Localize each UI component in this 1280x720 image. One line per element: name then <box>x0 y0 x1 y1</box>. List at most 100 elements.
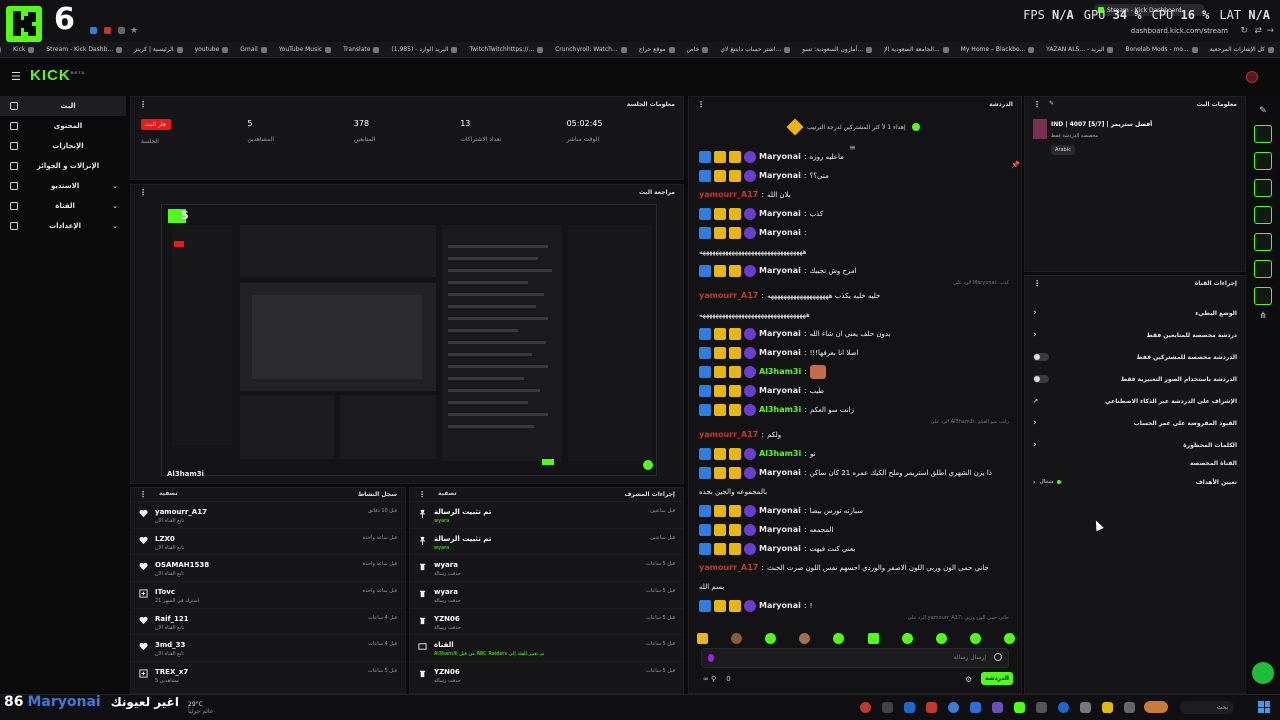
share-icon[interactable]: ⇄ <box>1254 26 1262 36</box>
taskbar-app-icon[interactable] <box>1124 702 1135 713</box>
chevron-right-icon[interactable]: › <box>1033 330 1037 340</box>
feed-row[interactable]: Raif_121 تابع القناة الآن قبل 4 ساعات <box>131 609 405 636</box>
taskbar-weather-icon[interactable] <box>1144 701 1168 713</box>
kick-logo[interactable]: KICKBETA <box>30 67 85 84</box>
feed-row[interactable]: ITovc 21 اشترك في الشهر قبل ساعة واحدة <box>131 582 405 609</box>
bookmark-item[interactable]: YAZAN ALS... - البريد <box>1046 46 1114 53</box>
bookmark-item[interactable]: Crunchyroll: Watch... <box>555 46 627 53</box>
rail-lightning-icon[interactable] <box>1254 152 1272 170</box>
address-bar[interactable]: dashboard.kick.com/stream <box>1131 27 1228 35</box>
chat-username[interactable]: Maryonai <box>759 266 801 275</box>
taskbar-app-icon[interactable] <box>1080 702 1091 713</box>
chat-message[interactable]: Maryonai: امزح وش تجيبك <box>691 261 1017 280</box>
panel-menu-icon[interactable]: ⋮ <box>418 490 426 499</box>
channel-action-row[interactable]: › القيود المفروضة على عمر الحساب <box>1025 412 1245 434</box>
feed-name[interactable]: wyara <box>434 561 458 569</box>
emoji-icon[interactable] <box>994 653 1002 661</box>
sidebar-item[interactable]: الإنزالات و الجوائز <box>0 156 126 176</box>
help-chat-button[interactable] <box>1252 662 1274 684</box>
edit-pencil-icon[interactable]: ✎ <box>1049 100 1054 109</box>
feed-name[interactable]: YZN06 <box>434 668 460 676</box>
chat-username[interactable]: Maryonai <box>759 329 801 338</box>
chat-username[interactable]: yamourr_A17 <box>699 430 758 439</box>
chat-message[interactable]: ههههههههههههههههههههههههههههههههه <box>691 242 1017 261</box>
chat-username[interactable]: Maryonai <box>759 171 801 180</box>
bookmark-item[interactable]: Kick <box>13 46 35 53</box>
rail-stats-icon[interactable] <box>1254 125 1272 143</box>
chat-message[interactable]: yamourr_A17: بلان الله <box>691 185 1017 204</box>
chat-username[interactable]: Maryonai <box>759 468 801 477</box>
chat-username[interactable]: Al3ham3i <box>759 367 801 376</box>
channel-action-row[interactable]: › الكلمات المحظورة <box>1025 434 1245 456</box>
tab-icons[interactable] <box>90 27 125 34</box>
chat-message[interactable]: هههههههههههههههههههههههههههههههههه <box>691 305 1017 324</box>
rail-share-icon[interactable]: ⋔ <box>1246 311 1280 321</box>
panel-menu-icon[interactable]: ⋮ <box>139 490 147 499</box>
feed-row[interactable]: yamourr_A17 تابع القناة الآن قبل 10 دقائق <box>131 502 405 529</box>
link-icon[interactable]: ∞ ⚲ <box>703 675 716 683</box>
bookmark-item[interactable]: الجامعة السعودية الإ... <box>884 46 949 53</box>
stream-preview-video[interactable] <box>161 204 657 476</box>
taskbar-app-icon[interactable] <box>1036 702 1047 713</box>
chat-message[interactable]: yamourr_A17: جاني حمى الون وربي اللون الا… <box>691 558 1017 577</box>
panel-menu-icon[interactable]: ⋮ <box>1033 100 1041 109</box>
pinned-message[interactable]: إهداء 1 لأ كثر المشتركين لدرجة الترتيب <box>786 118 920 136</box>
feed-name[interactable]: LZX0 <box>155 535 175 543</box>
feed-name[interactable]: yamourr_A17 <box>155 508 207 516</box>
taskbar-app-icon[interactable] <box>970 702 981 713</box>
channel-action-row[interactable]: الدردشة مخصصة للمشتركين فقط <box>1025 346 1245 368</box>
panel-menu-icon[interactable]: ⋮ <box>1033 279 1041 288</box>
feed-name[interactable]: OSAMAH1538 <box>155 561 209 569</box>
feed-name[interactable]: تم تثبيت الرسالة <box>434 508 491 516</box>
feed-row[interactable]: تم تثبيت الرسالة wyara قبل ساعتين <box>410 502 683 529</box>
chat-username[interactable]: Maryonai <box>759 209 801 218</box>
sidebar-item[interactable]: الإنجازات <box>0 136 126 156</box>
chat-input[interactable]: إرسال رسالة <box>701 648 1009 668</box>
panel-menu-icon[interactable]: ⋮ <box>697 100 705 109</box>
taskbar-app-icon[interactable] <box>1014 702 1025 713</box>
bookmark-item[interactable]: My Home – Blackbo... <box>961 46 1035 53</box>
feed-name[interactable]: 3md_33 <box>155 641 185 649</box>
chevron-right-icon[interactable]: › <box>1033 308 1037 318</box>
taskbar-app-icon[interactable] <box>926 702 937 713</box>
feed-name[interactable]: ITovc <box>155 588 175 596</box>
chat-username[interactable]: Maryonai <box>759 601 801 610</box>
chat-username[interactable]: Maryonai <box>759 525 801 534</box>
feed-row[interactable]: تم تثبيت الرسالة wyara قبل ساعتين <box>410 529 683 556</box>
rail-doc-icon[interactable] <box>1254 179 1272 197</box>
feed-row[interactable]: YZN06 حذفت رسالة قبل 5 ساعات <box>410 609 683 636</box>
bookmark-item[interactable]: Stream - Kick Dashb... <box>46 46 123 53</box>
filter-button[interactable]: تصفية <box>159 490 178 499</box>
chat-message[interactable]: Al3ham3i: زانت سو العكم <box>691 400 1017 419</box>
chat-message[interactable]: Maryonai:! <box>691 596 1017 615</box>
chat-message[interactable]: Maryonai: ذا يزن الشهري اطلق استريمر وملح… <box>691 463 1017 482</box>
avatar[interactable] <box>1246 71 1258 83</box>
rail-server-icon[interactable] <box>1254 260 1272 278</box>
bookmark-item[interactable]: كل الإشارات المرجعية <box>1210 46 1274 53</box>
windows-start-icon[interactable] <box>1258 701 1270 713</box>
chat-username[interactable]: Maryonai <box>759 506 801 515</box>
chat-message[interactable]: Al3ham3i: <box>691 362 1017 381</box>
chat-username[interactable]: yamourr_A17 <box>699 190 758 199</box>
sidebar-item[interactable]: ⌄ الاستديو <box>0 176 126 196</box>
chat-username[interactable]: Maryonai <box>759 152 801 161</box>
sidebar-item[interactable]: ⌄ القناة <box>0 196 126 216</box>
bookmark-item[interactable]: Gmail <box>240 46 267 53</box>
rail-link-icon[interactable] <box>1254 233 1272 251</box>
chat-username[interactable]: Maryonai <box>759 228 801 237</box>
taskbar-app-icon[interactable] <box>948 702 959 713</box>
feed-row[interactable]: OSAMAH1538 تابع القناة الآن قبل ساعة واحدة <box>131 555 405 583</box>
hamburger-menu-icon[interactable]: ☰ <box>11 70 21 83</box>
chat-message[interactable]: Maryonai: اصلا انا بعرفها!!! <box>691 343 1017 362</box>
sidebar-item[interactable]: البث <box>0 96 126 116</box>
rail-tools-icon[interactable] <box>1254 287 1272 305</box>
feed-name[interactable]: Raif_121 <box>155 615 189 623</box>
taskbar-app-icon[interactable] <box>992 702 1003 713</box>
channel-action-row[interactable]: الدردشة باستخدام الصور التعبيرية فقط <box>1025 368 1245 390</box>
feed-name[interactable]: TREX_x7 <box>155 668 188 676</box>
channel-action-row[interactable]: › الوضع البطيء <box>1025 302 1245 324</box>
chat-username[interactable]: Maryonai <box>759 386 801 395</box>
feed-row[interactable]: wyara حذفت رسالة قبل 5 ساعات <box>410 582 683 609</box>
bookmark-item[interactable]: الرئيسية | كرينز <box>134 46 183 53</box>
taskbar-app-icon[interactable] <box>904 702 915 713</box>
